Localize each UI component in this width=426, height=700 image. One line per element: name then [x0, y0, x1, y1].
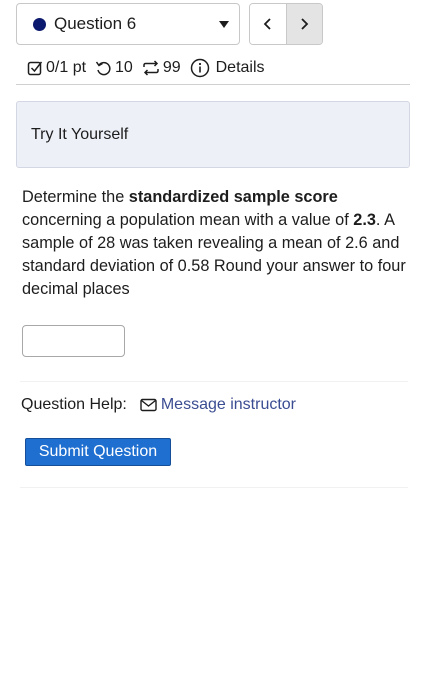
footer-divider	[20, 487, 408, 488]
score-text: 0/1 pt	[46, 59, 87, 76]
question-text: Determine the standardized sample score …	[22, 186, 407, 301]
attempts-count: 99	[162, 59, 181, 76]
envelope-icon	[140, 398, 157, 412]
previous-question-button[interactable]	[250, 4, 286, 44]
question-help: Question Help: Message instructor	[21, 396, 296, 414]
section-divider	[20, 381, 408, 382]
header-divider	[16, 84, 410, 85]
question-select-label: Question 6	[54, 14, 137, 33]
question-text-part: Determine the	[22, 188, 129, 206]
details-label: Details	[215, 59, 265, 76]
checkbox-icon	[27, 61, 43, 76]
question-help-label: Question Help:	[21, 396, 127, 413]
answer-input[interactable]	[22, 325, 125, 357]
dropdown-caret-icon	[219, 21, 229, 28]
score-item: 0/1 pt	[27, 59, 86, 77]
question-bold-term: standardized sample score	[128, 188, 338, 206]
question-select[interactable]: Question 6	[16, 3, 240, 45]
chevron-right-icon	[301, 18, 309, 30]
question-text-part: concerning a population mean with a valu…	[22, 211, 354, 229]
retries-count: 10	[115, 59, 133, 76]
question-meta: 0/1 pt 10 99 Details	[27, 56, 274, 80]
question-bold-value: 2.3	[353, 211, 376, 229]
details-link[interactable]: Details	[190, 58, 265, 78]
question-status-dot	[33, 17, 46, 31]
chevron-left-icon	[263, 18, 271, 30]
attempts-item: 99	[142, 59, 181, 77]
try-it-yourself-label: Try It Yourself	[31, 125, 129, 143]
submit-question-label: Submit Question	[38, 443, 158, 460]
try-it-yourself-panel[interactable]: Try It Yourself	[16, 101, 410, 168]
next-question-button[interactable]	[285, 4, 322, 44]
repeat-icon	[143, 60, 159, 76]
retry-icon	[95, 61, 111, 76]
info-icon	[190, 58, 209, 78]
message-instructor-label: Message instructor	[160, 396, 297, 413]
submit-question-button[interactable]: Submit Question	[25, 438, 171, 466]
retries-item: 10	[95, 59, 133, 77]
question-nav	[249, 3, 323, 45]
message-instructor-link[interactable]: Message instructor	[140, 396, 296, 414]
